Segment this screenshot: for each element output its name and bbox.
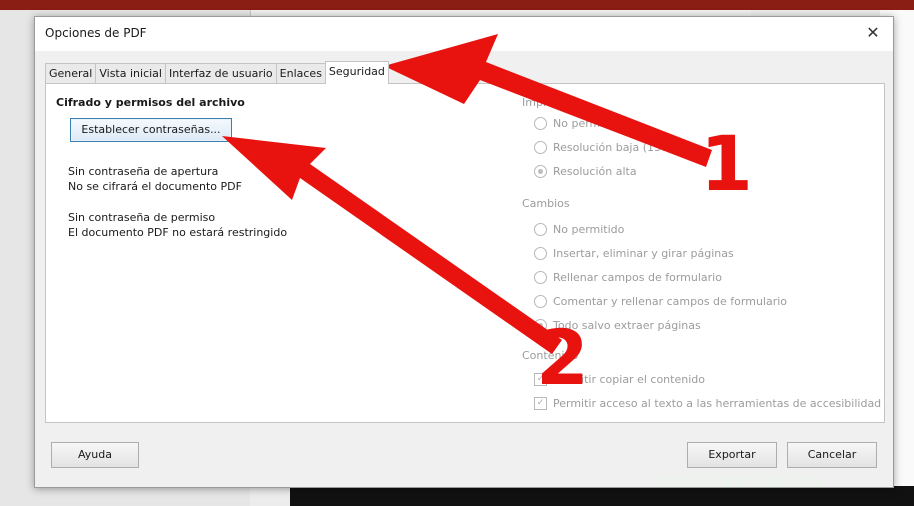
changes-option-all-but-extract[interactable]: Todo salvo extraer páginas bbox=[534, 317, 701, 333]
option-label: Permitir copiar el contenido bbox=[553, 372, 705, 386]
radio-icon bbox=[534, 246, 547, 260]
changes-option-comment[interactable]: Comentar y rellenar campos de formulario bbox=[534, 293, 787, 309]
printing-option-none[interactable]: No permitido bbox=[534, 115, 624, 131]
option-label: No permitido bbox=[553, 116, 625, 130]
permission-password-note: El documento PDF no estará restringido bbox=[68, 226, 288, 239]
option-label: Todo salvo extraer páginas bbox=[553, 318, 701, 332]
radio-icon bbox=[534, 116, 547, 130]
tab-general[interactable]: General bbox=[45, 63, 97, 83]
pdf-options-dialog: Opciones de PDF ✕ General Vista inicial … bbox=[34, 16, 894, 488]
printing-option-high[interactable]: Resolución alta bbox=[534, 163, 637, 179]
printing-group-title: Impresión bbox=[522, 96, 577, 109]
radio-icon bbox=[534, 294, 547, 308]
content-group-title: Contenido bbox=[522, 349, 579, 362]
option-label: Rellenar campos de formulario bbox=[553, 270, 722, 284]
background-window-title-strip bbox=[0, 0, 914, 10]
changes-option-none[interactable]: No permitido bbox=[534, 221, 624, 237]
export-button[interactable]: Exportar bbox=[687, 442, 777, 468]
radio-icon bbox=[534, 222, 547, 236]
help-button[interactable]: Ayuda bbox=[51, 442, 139, 468]
tab-links[interactable]: Enlaces bbox=[275, 63, 326, 83]
close-icon[interactable]: ✕ bbox=[861, 21, 885, 45]
security-panel: Cifrado y permisos del archivo Establece… bbox=[45, 83, 885, 423]
open-password-status: Sin contraseña de apertura bbox=[68, 165, 219, 178]
radio-selected-icon bbox=[534, 318, 547, 332]
content-option-copy[interactable]: ✓ Permitir copiar el contenido bbox=[534, 371, 705, 387]
content-option-accessibility[interactable]: ✓ Permitir acceso al texto a las herramie… bbox=[534, 395, 881, 411]
set-passwords-button[interactable]: Establecer contraseñas... bbox=[70, 118, 232, 142]
changes-group-title: Cambios bbox=[522, 197, 570, 210]
tab-security[interactable]: Seguridad bbox=[324, 61, 389, 84]
open-password-note: No se cifrará el documento PDF bbox=[68, 180, 242, 193]
permission-password-status: Sin contraseña de permiso bbox=[68, 211, 216, 224]
radio-icon bbox=[534, 270, 547, 284]
printing-option-low[interactable]: Resolución baja (150 ppp) bbox=[534, 139, 697, 155]
dialog-title-bar: Opciones de PDF ✕ bbox=[35, 17, 893, 51]
checkbox-checked-icon: ✓ bbox=[534, 396, 547, 410]
encryption-section-title: Cifrado y permisos del archivo bbox=[56, 96, 245, 109]
dialog-title: Opciones de PDF bbox=[45, 26, 147, 40]
changes-option-fill[interactable]: Rellenar campos de formulario bbox=[534, 269, 722, 285]
tab-user-interface[interactable]: Interfaz de usuario bbox=[164, 63, 277, 83]
option-label: No permitido bbox=[553, 222, 625, 236]
option-label: Resolución alta bbox=[553, 164, 637, 178]
cancel-button[interactable]: Cancelar bbox=[787, 442, 877, 468]
option-label: Insertar, eliminar y girar páginas bbox=[553, 246, 734, 260]
checkbox-checked-icon: ✓ bbox=[534, 372, 547, 386]
watermark-logo: YOUTUBEVIDEOS bbox=[650, 472, 825, 492]
option-label: Permitir acceso al texto a las herramien… bbox=[553, 396, 882, 410]
tab-initial-view[interactable]: Vista inicial bbox=[95, 63, 166, 83]
radio-icon bbox=[534, 140, 547, 154]
tab-bar: General Vista inicial Interfaz de usuari… bbox=[45, 61, 389, 84]
changes-option-insert[interactable]: Insertar, eliminar y girar páginas bbox=[534, 245, 734, 261]
option-label: Comentar y rellenar campos de formulario bbox=[553, 294, 788, 308]
radio-selected-icon bbox=[534, 164, 547, 178]
option-label: Resolución baja (150 ppp) bbox=[553, 140, 697, 154]
